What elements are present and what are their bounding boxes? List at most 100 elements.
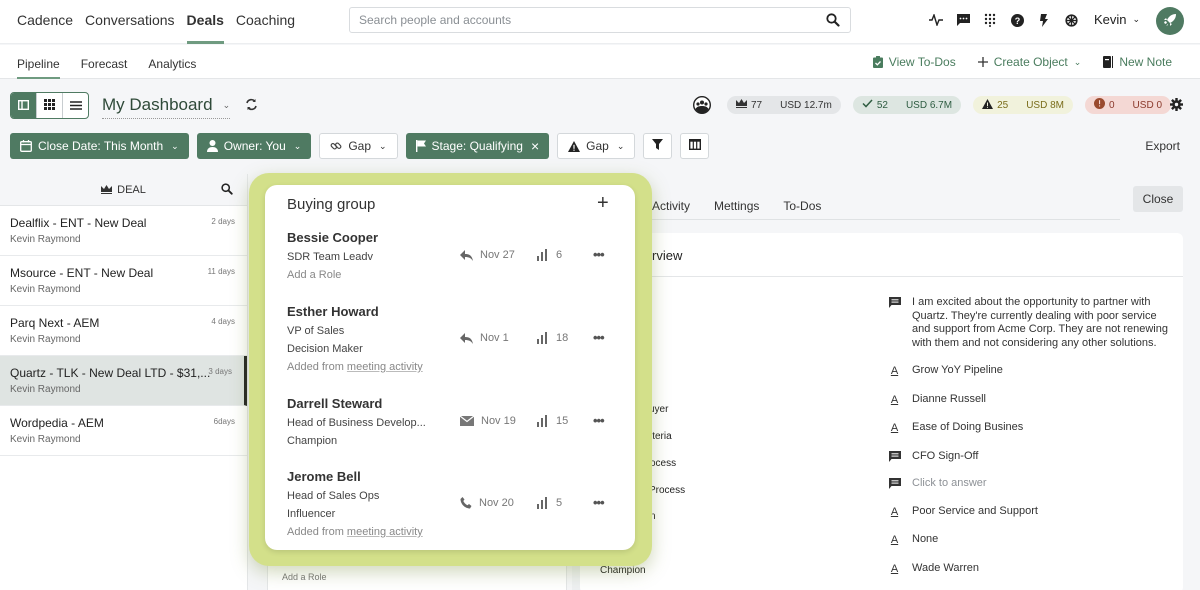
nav-cadence[interactable]: Cadence <box>17 0 73 44</box>
deal-owner: Kevin Raymond <box>10 334 81 345</box>
apps-grid-icon[interactable] <box>982 12 998 28</box>
create-object-label: Create Object <box>993 55 1068 69</box>
settings-wheel-icon[interactable] <box>1063 12 1079 28</box>
warning-icon <box>568 140 581 152</box>
more-options-icon[interactable]: ••• <box>593 330 605 345</box>
answer-item[interactable]: A Dianne Russell <box>888 393 1178 408</box>
answer-item[interactable]: A Wade Warren <box>888 562 1178 577</box>
grid-view-icon <box>44 98 55 113</box>
answer-text: CFO Sign-Off <box>912 449 979 462</box>
answer-item[interactable]: A None <box>888 533 1178 548</box>
export-button[interactable]: Export <box>1145 139 1180 153</box>
nav-deals[interactable]: Deals <box>186 0 225 44</box>
tab-analytics[interactable]: Analytics <box>148 45 196 79</box>
buying-group-member[interactable]: Esther Howard VP of Sales Decision Maker… <box>287 304 617 373</box>
more-options-icon[interactable]: ••• <box>593 413 605 428</box>
lightning-icon[interactable] <box>1036 12 1052 28</box>
user-menu[interactable]: Kevin ⌄ <box>1094 12 1140 27</box>
chevron-down-icon: ⌄ <box>171 140 179 151</box>
deal-list-item[interactable]: Dealflix - ENT - New Deal Kevin Raymond … <box>0 206 247 256</box>
filter-gap-link[interactable]: Gap ⌄ <box>319 133 398 159</box>
deal-list-item[interactable]: Parq Next - AEM Kevin Raymond 4 days <box>0 306 247 356</box>
view-split-button[interactable] <box>11 93 37 118</box>
answer-item[interactable]: A Ease of Doing Busines <box>888 421 1178 436</box>
deal-list-item[interactable]: Msource - ENT - New Deal Kevin Raymond 1… <box>0 256 247 306</box>
pipeline-stats: 77 USD 12.7m 52 USD 6.7M 25 USD 8M 0 USD… <box>727 96 1183 114</box>
answer-item[interactable]: CFO Sign-Off <box>888 450 1178 464</box>
filter-close-date[interactable]: Close Date: This Month ⌄ <box>10 133 189 159</box>
meeting-activity-link[interactable]: meeting activity <box>347 526 423 538</box>
view-list-button[interactable] <box>63 93 88 118</box>
view-todos-button[interactable]: View To-Dos <box>872 55 956 69</box>
tab-forecast[interactable]: Forecast <box>81 45 128 79</box>
answer-item[interactable]: A Grow YoY Pipeline <box>888 364 1178 379</box>
stat-pill-critical[interactable]: 0 USD 0 <box>1084 96 1171 114</box>
search-icon[interactable] <box>826 13 840 27</box>
answer-item-empty[interactable]: Click to answer <box>888 477 1178 491</box>
tab-meetings[interactable]: Mettings <box>714 199 759 213</box>
buying-group-member[interactable]: Bessie Cooper SDR Team Leadv Add a Role … <box>287 230 617 281</box>
buying-group-member[interactable]: Jerome Bell Head of Sales Ops Influencer… <box>287 469 617 538</box>
stat-pill-at-risk[interactable]: 25 USD 8M <box>973 96 1073 114</box>
list-view-icon <box>69 98 82 113</box>
tab-activity[interactable]: Activity <box>652 199 690 213</box>
deal-owner: Kevin Raymond <box>10 234 81 245</box>
comment-icon <box>888 450 901 464</box>
rocket-launch-button[interactable] <box>1156 7 1184 35</box>
more-options-icon[interactable]: ••• <box>593 247 605 262</box>
deal-name: Dealflix - ENT - New Deal <box>10 216 147 230</box>
text-answer-icon: A <box>890 393 899 406</box>
link-icon <box>330 140 342 152</box>
click-to-answer-prompt[interactable]: Click to answer <box>912 477 987 491</box>
activity-icon[interactable] <box>928 12 944 28</box>
new-note-button[interactable]: New Note <box>1103 55 1172 69</box>
tab-pipeline[interactable]: Pipeline <box>17 45 60 79</box>
meeting-activity-link[interactable]: meeting activity <box>347 361 423 373</box>
gear-icon[interactable] <box>1170 98 1183 114</box>
deal-list-item[interactable]: Wordpedia - AEM Kevin Raymond 6days <box>0 406 247 456</box>
filter-button[interactable] <box>643 133 673 159</box>
add-member-button[interactable]: + <box>597 193 609 213</box>
calendar-icon <box>20 140 32 152</box>
sub-actions: View To-Dos Create Object ⌄ New Note <box>851 45 1172 79</box>
global-search[interactable] <box>349 7 851 33</box>
tab-todos[interactable]: To-Dos <box>783 199 821 213</box>
member-last-activity: Nov 20 <box>460 497 514 509</box>
filter-owner[interactable]: Owner: You ⌄ <box>196 133 312 159</box>
deal-list-item-selected[interactable]: Quartz - TLK - New Deal LTD - $31,... Ke… <box>0 356 247 406</box>
activity-date: Nov 1 <box>480 332 509 344</box>
create-object-button[interactable]: Create Object ⌄ <box>977 55 1081 69</box>
deal-name: Msource - ENT - New Deal <box>10 266 154 280</box>
filter-stage[interactable]: Stage: Qualifying × <box>405 133 550 159</box>
team-icon[interactable] <box>692 95 712 117</box>
add-role-link[interactable]: Add a Role <box>282 572 327 582</box>
search-input[interactable] <box>359 13 819 27</box>
view-grid-button[interactable] <box>37 93 63 118</box>
answer-item[interactable]: I am excited about the opportunity to pa… <box>888 296 1178 350</box>
stat-count: 77 <box>751 99 763 111</box>
refresh-icon[interactable] <box>245 98 258 114</box>
stat-pill-total[interactable]: 77 USD 12.7m <box>727 96 841 114</box>
more-options-icon[interactable]: ••• <box>593 495 605 510</box>
crown-icon <box>736 99 747 111</box>
nav-conversations[interactable]: Conversations <box>85 0 175 44</box>
remove-filter-icon[interactable]: × <box>531 139 539 153</box>
help-icon[interactable]: ? <box>1009 12 1025 28</box>
stat-pill-on-track[interactable]: 52 USD 6.7M <box>852 96 962 114</box>
text-answer-icon: A <box>890 534 899 546</box>
answer-item[interactable]: A Poor Service and Support <box>888 505 1178 520</box>
columns-button[interactable] <box>680 133 710 159</box>
reply-icon <box>460 249 473 261</box>
add-role-link[interactable]: Add a Role <box>287 269 617 281</box>
nav-coaching[interactable]: Coaching <box>236 0 295 44</box>
search-icon[interactable] <box>221 183 233 198</box>
buying-group-member[interactable]: Darrell Steward Head of Business Develop… <box>287 396 617 447</box>
stat-count: 52 <box>876 99 888 111</box>
question-label: Champion <box>600 565 646 576</box>
dashboard-selector[interactable]: My Dashboard ⌄ <box>102 95 231 119</box>
chat-icon[interactable] <box>955 12 971 28</box>
filter-gap-warning[interactable]: Gap ⌄ <box>557 133 636 159</box>
source-prefix: Added from <box>287 526 347 538</box>
text-answer-icon: A <box>890 365 899 377</box>
close-button[interactable]: Close <box>1133 186 1183 212</box>
